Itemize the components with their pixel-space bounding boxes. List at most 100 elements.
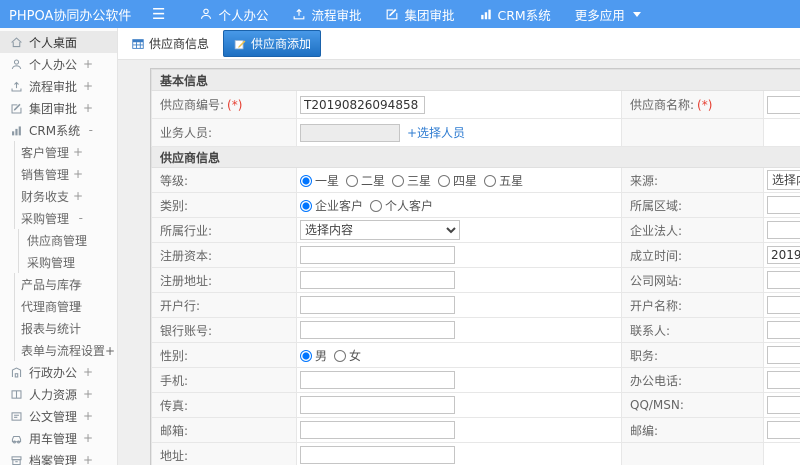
gender-radio-1[interactable]: 女 bbox=[334, 349, 361, 363]
grade-radio-button-1[interactable] bbox=[346, 174, 359, 187]
sidebar-item-workflow-approval[interactable]: 流程审批 + bbox=[0, 75, 117, 97]
sidebar-item-form-flow-settings[interactable]: 表单与流程设置+ bbox=[0, 339, 117, 361]
expander-plus-icon[interactable]: + bbox=[83, 365, 93, 379]
sidebar-item-purchasing-mgmt[interactable]: 采购管理 bbox=[0, 251, 117, 273]
registered-address-input[interactable] bbox=[300, 271, 455, 289]
zip-code-input[interactable] bbox=[767, 421, 800, 439]
sidebar-item-group-approval[interactable]: 集团审批 + bbox=[0, 97, 117, 119]
sidebar-item-reports-stats[interactable]: 报表与统计 bbox=[0, 317, 117, 339]
expander-plus-icon[interactable]: + bbox=[73, 299, 83, 313]
expander-plus-icon[interactable]: + bbox=[83, 453, 93, 465]
sidebar-item-vehicle-mgmt[interactable]: 用车管理 + bbox=[0, 427, 117, 449]
expander-plus-icon[interactable]: + bbox=[73, 277, 83, 291]
supplier-code-label-cell: 供应商编号: (*) bbox=[151, 90, 297, 119]
company-website-input[interactable] bbox=[767, 271, 800, 289]
expander-plus-icon[interactable]: + bbox=[83, 431, 93, 445]
grade-radio-button-2[interactable] bbox=[392, 174, 405, 187]
category-radio-button-1[interactable] bbox=[370, 199, 383, 212]
nav-item-personal-office[interactable]: 个人办公 bbox=[199, 5, 268, 24]
category-label: 类别: bbox=[160, 198, 189, 213]
tab-supplier-add[interactable]: 供应商添加 bbox=[223, 30, 322, 57]
sidebar-item-personal-office[interactable]: 个人办公 + bbox=[0, 53, 117, 75]
sidebar-item-sales-mgmt[interactable]: 销售管理 + bbox=[0, 163, 117, 185]
expander-plus-icon[interactable]: + bbox=[83, 387, 93, 401]
region-field-cell bbox=[762, 192, 800, 218]
expander-minus-icon[interactable]: - bbox=[79, 211, 83, 225]
sidebar-item-official-docs[interactable]: 公文管理 + bbox=[0, 405, 117, 427]
registered-capital-input[interactable] bbox=[300, 246, 455, 264]
grade-radio-0[interactable]: 一星 bbox=[300, 174, 339, 188]
category-radio-button-0[interactable] bbox=[300, 199, 312, 212]
address-input[interactable] bbox=[300, 446, 455, 464]
form-row: 供应商编号:(*)供应商名称:(*) bbox=[151, 90, 800, 119]
account-name-label: 开户名称: bbox=[630, 298, 683, 313]
category-radio-label: 企业客户 bbox=[315, 198, 364, 213]
sidebar-item-customer-mgmt[interactable]: 客户管理 + bbox=[0, 141, 117, 163]
business-staff-input[interactable] bbox=[300, 123, 400, 142]
grade-radio-3[interactable]: 四星 bbox=[438, 174, 477, 188]
grade-radio-button-0[interactable] bbox=[300, 174, 312, 187]
expander-plus-icon[interactable]: + bbox=[83, 79, 93, 93]
founded-date-input[interactable] bbox=[767, 246, 800, 264]
grade-radio-2[interactable]: 三星 bbox=[392, 174, 431, 188]
industry-select[interactable]: 选择内容 bbox=[300, 220, 460, 240]
region-input[interactable] bbox=[767, 196, 800, 214]
grade-radio-4[interactable]: 五星 bbox=[484, 174, 523, 188]
sidebar-item-product-inventory[interactable]: 产品与库存 + bbox=[0, 273, 117, 295]
sidebar-item-personal-desktop[interactable]: 个人桌面 bbox=[0, 31, 117, 53]
business-staff-select-link[interactable]: +选择人员 bbox=[407, 126, 465, 140]
nav-item-crm-system[interactable]: CRM系统 bbox=[479, 5, 551, 24]
job-title-input[interactable] bbox=[767, 346, 800, 364]
qq-msn-input[interactable] bbox=[767, 396, 800, 414]
tab-supplier-info[interactable]: 供应商信息 bbox=[131, 35, 209, 52]
gender-radio-0[interactable]: 男 bbox=[300, 349, 327, 363]
bank-account-input[interactable] bbox=[300, 321, 455, 339]
sidebar-item-finance[interactable]: 财务收支 + bbox=[0, 185, 117, 207]
grade-radio-1[interactable]: 二星 bbox=[346, 174, 385, 188]
expander-plus-icon[interactable]: + bbox=[73, 189, 83, 203]
empty-label-cell bbox=[621, 118, 764, 147]
fax-input[interactable] bbox=[300, 396, 455, 414]
expander-plus-icon[interactable]: + bbox=[73, 167, 83, 181]
category-radio-1[interactable]: 个人客户 bbox=[370, 199, 433, 213]
bank-branch-field-cell bbox=[296, 292, 622, 318]
legal-person-field-cell bbox=[762, 217, 800, 243]
supplier-code-input[interactable] bbox=[300, 95, 425, 114]
nav-item-workflow-approval[interactable]: 流程审批 bbox=[292, 5, 361, 24]
supplier-name-required-marker: (*) bbox=[697, 98, 713, 112]
mobile-input[interactable] bbox=[300, 371, 455, 389]
sidebar-item-archive-mgmt[interactable]: 档案管理 + bbox=[0, 449, 117, 465]
expander-plus-icon[interactable]: + bbox=[83, 101, 93, 115]
sidebar-item-purchase-mgmt[interactable]: 采购管理 - bbox=[0, 207, 117, 229]
category-radio-0[interactable]: 企业客户 bbox=[300, 199, 363, 213]
hamburger-menu-icon[interactable]: ☰ bbox=[152, 6, 165, 22]
office-phone-input[interactable] bbox=[767, 371, 800, 389]
nav-item-more-apps[interactable]: 更多应用 bbox=[575, 5, 641, 24]
email-input[interactable] bbox=[300, 421, 455, 439]
sidebar-item-admin-office[interactable]: 行政办公 + bbox=[0, 361, 117, 383]
supplier-name-input[interactable] bbox=[767, 95, 800, 114]
sidebar-item-supplier-mgmt[interactable]: 供应商管理 bbox=[0, 229, 117, 251]
nav-item-group-approval[interactable]: 集团审批 bbox=[385, 5, 455, 24]
gender-radio-button-0[interactable] bbox=[300, 349, 312, 362]
grade-radio-button-4[interactable] bbox=[484, 174, 497, 187]
expander-minus-icon[interactable]: - bbox=[89, 123, 93, 137]
sidebar-item-crm-system[interactable]: CRM系统 - bbox=[0, 119, 117, 141]
contact-person-input[interactable] bbox=[767, 321, 800, 339]
job-title-label: 职务: bbox=[630, 348, 659, 363]
gender-radio-button-1[interactable] bbox=[334, 349, 347, 362]
upload-icon bbox=[292, 7, 306, 21]
expander-plus-icon[interactable]: + bbox=[83, 409, 93, 423]
zip-code-field-cell bbox=[762, 417, 800, 443]
sidebar-item-label: 个人桌面 bbox=[29, 35, 78, 50]
bank-branch-input[interactable] bbox=[300, 296, 455, 314]
expander-plus-icon[interactable]: + bbox=[73, 145, 83, 159]
sidebar-item-hr[interactable]: 人力资源 + bbox=[0, 383, 117, 405]
edit-icon bbox=[385, 7, 399, 21]
sidebar-item-agent-mgmt[interactable]: 代理商管理 + bbox=[0, 295, 117, 317]
grade-radio-button-3[interactable] bbox=[438, 174, 451, 187]
expander-plus-icon[interactable]: + bbox=[83, 57, 93, 71]
legal-person-input[interactable] bbox=[767, 221, 800, 239]
account-name-input[interactable] bbox=[767, 296, 800, 314]
source-select[interactable]: 选择内容 bbox=[767, 170, 800, 190]
